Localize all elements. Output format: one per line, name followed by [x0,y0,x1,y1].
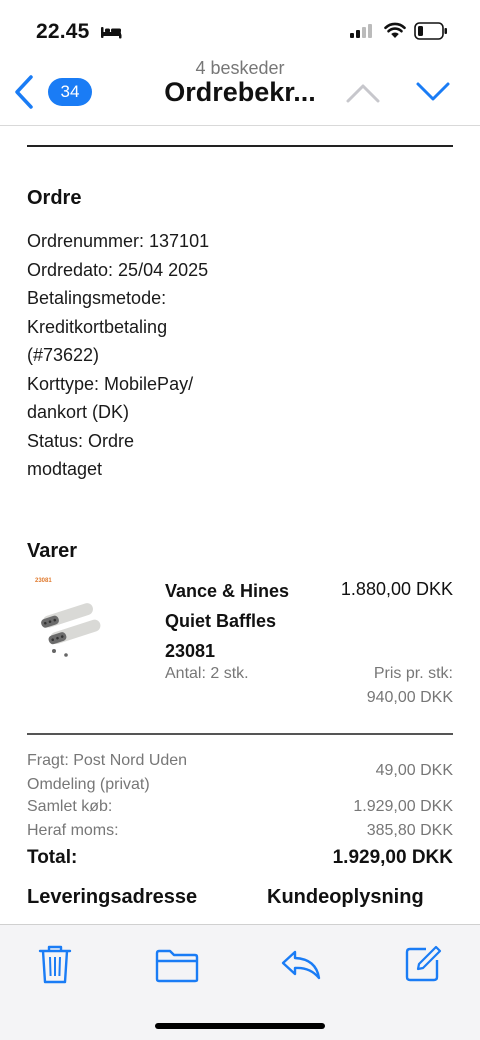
shipping-label: Fragt: Post Nord Uden Omdeling (privat) [27,749,227,797]
total-value: 1.929,00 DKK [332,847,453,868]
page-title: Ordrebekr... [164,77,316,107]
battery-icon [414,22,447,40]
chevron-down-icon[interactable] [415,80,451,102]
status-time: 22.45 [36,20,90,43]
order-line: (#73622) [27,345,100,365]
bottom-toolbar [0,924,480,1040]
chevron-left-icon[interactable] [12,74,36,110]
order-line: Betalingsmetode: [27,288,167,308]
order-heading: Ordre [27,187,82,209]
product-name[interactable]: Vance & Hines Quiet Baffles 23081 [165,576,315,666]
chevron-up-icon[interactable] [345,82,381,104]
unit-price-value: 940,00 DKK [366,689,453,706]
items-heading: Varer [27,540,78,562]
compose-icon[interactable] [404,945,442,983]
message-nav-bar: 34 4 beskeder Ordrebekr... [0,54,480,126]
reply-icon[interactable] [280,949,322,981]
product-name-line: Quiet Baffles [165,611,277,631]
subtotal-value: 1.929,00 DKK [353,798,453,815]
divider [27,733,453,735]
bed-icon [101,27,122,39]
order-line: Kreditkortbetaling [27,316,168,337]
order-line: Ordredato: 25/04 2025 [27,259,209,280]
baffles-illustration [41,603,101,657]
delivery-address-heading: Leveringsadresse [27,886,198,908]
status-bar: 22.45 [0,0,480,54]
order-line: Ordrenummer: 137101 [27,231,210,251]
total-label: Total: [27,847,78,868]
order-line: Korttype: MobilePay/ [27,373,194,394]
vat-value: 385,80 DKK [366,822,453,839]
back-count-badge[interactable]: 34 [48,78,92,106]
shipping-label-line: Fragt: Post Nord Uden [27,752,188,769]
order-line: modtaget [27,459,103,479]
vat-label: Heraf moms: [27,822,119,839]
product-name-line: 23081 [165,641,216,661]
unit-price-label: Pris pr. stk: [373,665,453,682]
divider [27,145,453,147]
order-line: dankort (DK) [27,402,130,422]
folder-icon[interactable] [155,949,199,983]
wifi-icon [384,22,406,38]
home-indicator[interactable] [155,1023,325,1029]
email-body[interactable]: Ordre Ordrenummer: 137101 Ordredato: 25/… [0,127,480,923]
product-image-label: 23081 [35,578,52,584]
message-count-subtitle: 4 beskeder [195,58,285,78]
product-name-line: Vance & Hines [165,581,290,601]
shipping-value: 49,00 DKK [375,762,453,779]
product-price: 1.880,00 DKK [340,579,453,599]
order-details: Ordrenummer: 137101 Ordredato: 25/04 202… [27,227,267,484]
order-line: Status: Ordre [27,430,135,451]
subtotal-label: Samlet køb: [27,798,113,815]
product-quantity: Antal: 2 stk. [165,665,249,682]
trash-icon[interactable] [38,945,72,985]
customer-info-heading: Kundeoplysning [267,886,424,908]
signal-icon [350,24,372,38]
shipping-label-line: Omdeling (privat) [27,776,150,793]
